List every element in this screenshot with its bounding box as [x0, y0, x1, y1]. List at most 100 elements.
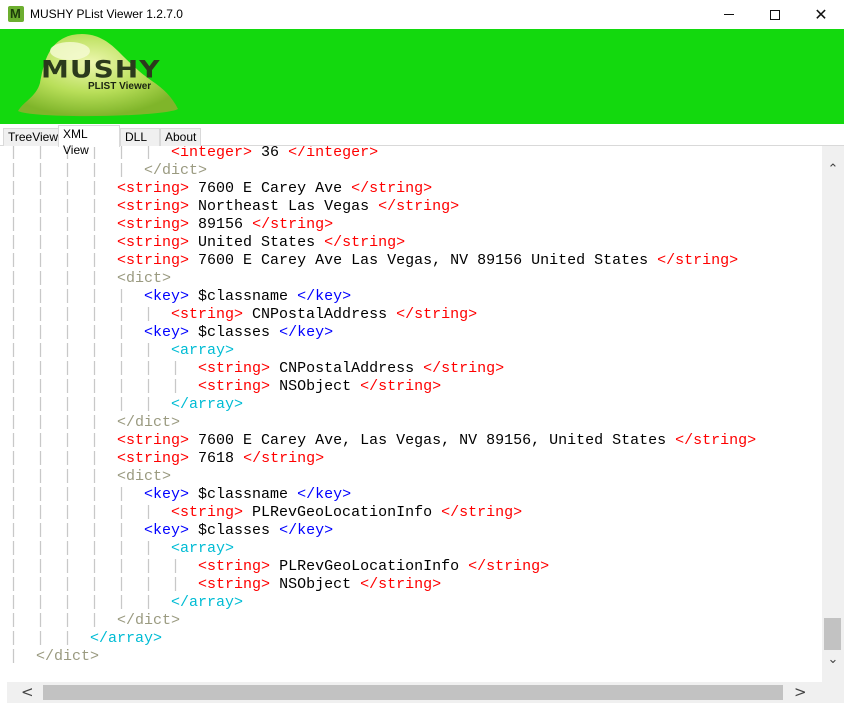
tab-treeview[interactable]: TreeView [3, 128, 59, 146]
xml-tag: <string> [198, 576, 280, 593]
xml-line: | | | | | <key> $classes </key> [0, 522, 822, 540]
indent-guide: | | | | | [0, 288, 145, 305]
xml-line: | | | | <dict> [0, 270, 822, 288]
xml-line: | | | | </dict> [0, 414, 822, 432]
xml-line: | | | | | | | <string> PLRevGeoLocationI… [0, 558, 822, 576]
xml-tag: <dict> [117, 468, 172, 485]
scroll-right-icon[interactable]: > [794, 683, 807, 701]
xml-line: | | | | <dict> [0, 468, 822, 486]
tab-about[interactable]: About [160, 128, 201, 146]
app-icon: M [8, 6, 24, 22]
indent-guide: | | | | [0, 432, 118, 449]
xml-value: PLRevGeoLocationInfo [279, 558, 469, 575]
xml-tag: <string> [171, 504, 253, 521]
scroll-down-icon[interactable]: ⌄ [822, 652, 844, 672]
xml-tag: </array> [171, 594, 244, 611]
xml-tag: <string> [117, 252, 199, 269]
scroll-up-icon[interactable]: ⌃ [822, 162, 844, 182]
xml-tag: </string> [324, 234, 406, 251]
xml-tag: <string> [117, 180, 199, 197]
xml-line: | | | | | | </array> [0, 594, 822, 612]
xml-value: 7618 [198, 450, 244, 467]
indent-guide: | | | | | | | [0, 378, 199, 395]
indent-guide: | | | | [0, 468, 118, 485]
xml-line: | | | | | | <array> [0, 540, 822, 558]
xml-tag: </string> [378, 198, 460, 215]
scrollbar-corner [822, 682, 844, 703]
xml-tag: <array> [171, 342, 235, 359]
xml-tag: </key> [297, 486, 352, 503]
xml-tag: <dict> [117, 270, 172, 287]
xml-lines: | | | | | | <integer> 36 </integer> | | … [0, 146, 822, 666]
xml-line: | | | | <string> Northeast Las Vegas </s… [0, 198, 822, 216]
xml-line: | | | | | | | <string> NSObject </string… [0, 576, 822, 594]
indent-guide: | | | | | [0, 486, 145, 503]
xml-line: | | | | | | | <string> NSObject </string… [0, 378, 822, 396]
xml-line: | | | | | <key> $classes </key> [0, 324, 822, 342]
indent-guide: | | | | | | | [0, 558, 199, 575]
horizontal-scrollbar[interactable]: < > [7, 682, 822, 703]
xml-tag: <string> [198, 360, 280, 377]
xml-line: | | | | | <key> $classname </key> [0, 486, 822, 504]
xml-tag: <string> [117, 198, 199, 215]
xml-value: NSObject [279, 576, 361, 593]
xml-tag: </array> [171, 396, 244, 413]
xml-view-panel[interactable]: | | | | | | <integer> 36 </integer> | | … [0, 146, 822, 682]
close-icon: ✕ [814, 5, 828, 24]
horizontal-scroll-thumb[interactable] [43, 685, 783, 700]
xml-tag: <string> [198, 378, 280, 395]
xml-tag: </string> [243, 450, 325, 467]
xml-value: PLRevGeoLocationInfo [252, 504, 442, 521]
xml-tag: </string> [360, 378, 442, 395]
indent-guide: | | | | [0, 198, 118, 215]
vertical-scroll-thumb[interactable] [824, 618, 841, 650]
header-banner: MUSHY PLIST Viewer [0, 29, 844, 124]
xml-line: | | | | | | <array> [0, 342, 822, 360]
xml-tag: </dict> [36, 648, 100, 665]
xml-line: | | | | | | | <string> CNPostalAddress <… [0, 360, 822, 378]
xml-tag: <string> [117, 450, 199, 467]
xml-value: NSObject [279, 378, 361, 395]
xml-tag: <key> [144, 486, 199, 503]
vertical-scrollbar[interactable]: ⌃ ⌄ [822, 146, 844, 682]
xml-line: | | | | | | <string> PLRevGeoLocationInf… [0, 504, 822, 522]
tab-dll[interactable]: DLL [120, 128, 160, 146]
xml-tag: <string> [171, 306, 253, 323]
xml-tag: </key> [297, 288, 352, 305]
xml-value: 36 [261, 146, 289, 161]
xml-tag: </string> [396, 306, 478, 323]
indent-guide: | | | | | | | [0, 360, 199, 377]
maximize-button[interactable] [752, 0, 798, 29]
xml-line: | | | | | | </array> [0, 396, 822, 414]
minimize-button[interactable] [706, 0, 752, 29]
indent-guide: | | | | | | [0, 396, 172, 413]
xml-value: $classname [198, 486, 298, 503]
xml-value: CNPostalAddress [279, 360, 424, 377]
scroll-left-icon[interactable]: < [21, 683, 34, 701]
logo-title: MUSHY [41, 55, 161, 84]
indent-guide: | | | [0, 630, 91, 647]
indent-guide: | | | | | | [0, 540, 172, 557]
title-bar: M MUSHY PList Viewer 1.2.7.0 ✕ [0, 0, 844, 29]
tab-xml-view[interactable]: XML View [58, 125, 120, 157]
indent-guide: | | | | [0, 180, 118, 197]
xml-line: | | | | <string> 7600 E Carey Ave </stri… [0, 180, 822, 198]
indent-guide: | | | | [0, 414, 118, 431]
xml-value: 7600 E Carey Ave Las Vegas, NV 89156 Uni… [198, 252, 658, 269]
xml-tag: </string> [360, 576, 442, 593]
xml-value: Northeast Las Vegas [198, 198, 379, 215]
indent-guide: | | | | [0, 216, 118, 233]
indent-guide: | | | | [0, 450, 118, 467]
xml-value: $classes [198, 324, 280, 341]
xml-tag: <key> [144, 522, 199, 539]
xml-line: | | | | | | <string> CNPostalAddress </s… [0, 306, 822, 324]
window-title: MUSHY PList Viewer 1.2.7.0 [30, 7, 183, 21]
xml-tag: </dict> [144, 162, 208, 179]
indent-guide: | | | | [0, 234, 118, 251]
xml-tag: </string> [675, 432, 757, 449]
xml-tag: <integer> [171, 146, 262, 161]
tab-bar: TreeView XML View DLL About [0, 124, 844, 157]
xml-tag: </key> [279, 324, 334, 341]
indent-guide: | | | | | | | [0, 576, 199, 593]
close-button[interactable]: ✕ [798, 0, 844, 29]
